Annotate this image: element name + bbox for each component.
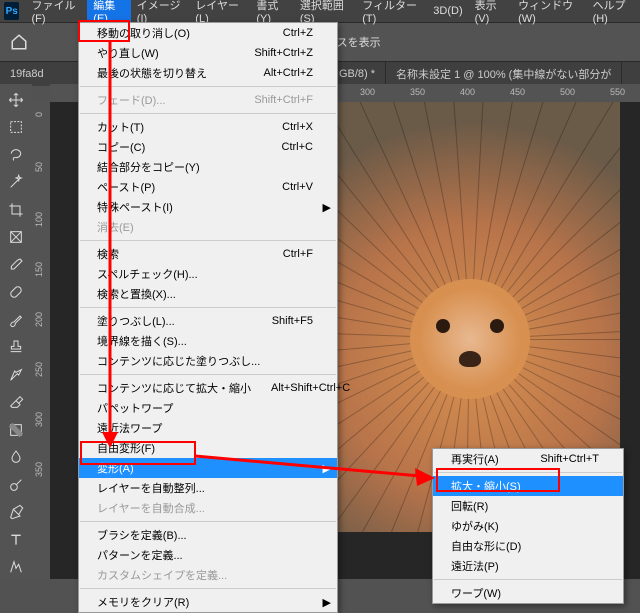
tool-blur[interactable] (4, 446, 28, 470)
toolbar (0, 84, 32, 579)
edit-menu-item-13[interactable]: 検索Ctrl+F (79, 244, 337, 264)
ruler-tick: 400 (460, 87, 475, 97)
edit-menu-item-19[interactable]: コンテンツに応じた塗りつぶし... (79, 351, 337, 371)
menu-3d[interactable]: 3D(D) (427, 2, 468, 20)
ruler-tick: 300 (34, 412, 44, 427)
dog-eye-left (436, 319, 450, 333)
tool-wand[interactable] (4, 171, 28, 195)
ruler-tick: 550 (610, 87, 625, 97)
edit-menu-item-30[interactable]: パターンを定義... (79, 545, 337, 565)
tool-brush[interactable] (4, 308, 28, 332)
edit-menu-item-10[interactable]: 特殊ペースト(I)▶ (79, 197, 337, 217)
tool-lasso[interactable] (4, 143, 28, 167)
transform-submenu-item-4[interactable]: ゆがみ(K) (433, 516, 623, 536)
edit-menu-item-22[interactable]: パペットワープ (79, 398, 337, 418)
app-logo: Ps (4, 2, 19, 20)
ruler-vertical: 0 50 100 150 200 250 300 350 (32, 102, 50, 579)
edit-menu-item-23[interactable]: 遠近法ワープ (79, 418, 337, 438)
ruler-tick: 200 (34, 312, 44, 327)
edit-menu-item-25[interactable]: 変形(A)▶ (79, 458, 337, 478)
tool-history[interactable] (4, 363, 28, 387)
dog-face (410, 279, 530, 399)
edit-menu-item-33[interactable]: メモリをクリア(R)▶ (79, 592, 337, 612)
edit-menu-item-24[interactable]: 自由変形(F) (79, 438, 337, 458)
edit-menu-item-17[interactable]: 塗りつぶし(L)...Shift+F5 (79, 311, 337, 331)
tool-move[interactable] (4, 88, 28, 112)
ruler-tick: 500 (560, 87, 575, 97)
dog-nose (459, 351, 481, 367)
edit-menu-item-15[interactable]: 検索と置換(X)... (79, 284, 337, 304)
edit-menu-item-21[interactable]: コンテンツに応じて拡大・縮小Alt+Shift+Ctrl+C (79, 378, 337, 398)
edit-menu-item-2[interactable]: 最後の状態を切り替えAlt+Ctrl+Z (79, 63, 337, 83)
tool-pen[interactable] (4, 501, 28, 525)
tool-marquee[interactable] (4, 116, 28, 140)
edit-menu-item-6[interactable]: カット(T)Ctrl+X (79, 117, 337, 137)
menu-help[interactable]: ヘルプ(H) (587, 0, 640, 28)
doc-tab-1[interactable]: 19fa8d (0, 62, 81, 86)
transform-submenu: 再実行(A)Shift+Ctrl+T 拡大・縮小(S)回転(R)ゆがみ(K)自由な… (432, 448, 624, 604)
tool-frame[interactable] (4, 226, 28, 250)
edit-menu-item-18[interactable]: 境界線を描く(S)... (79, 331, 337, 351)
transform-submenu-item-0[interactable]: 再実行(A)Shift+Ctrl+T (433, 449, 623, 469)
ruler-tick: 350 (410, 87, 425, 97)
ruler-tick: 250 (34, 362, 44, 377)
edit-menu-item-4: フェード(D)...Shift+Ctrl+F (79, 90, 337, 110)
edit-menu-item-1[interactable]: やり直し(W)Shift+Ctrl+Z (79, 43, 337, 63)
edit-menu: 移動の取り消し(O)Ctrl+Zやり直し(W)Shift+Ctrl+Z最後の状態… (78, 22, 338, 613)
ruler-tick: 100 (34, 212, 44, 227)
ruler-tick: 350 (34, 462, 44, 477)
tool-gradient[interactable] (4, 418, 28, 442)
transform-submenu-item-5[interactable]: 自由な形に(D) (433, 536, 623, 556)
dog-eye-right (490, 319, 504, 333)
home-icon[interactable] (6, 29, 32, 55)
tool-eraser[interactable] (4, 391, 28, 415)
edit-menu-item-0[interactable]: 移動の取り消し(O)Ctrl+Z (79, 23, 337, 43)
tool-crop[interactable] (4, 198, 28, 222)
menu-filter[interactable]: フィルター(T) (356, 0, 427, 28)
tool-path[interactable] (4, 556, 28, 580)
edit-menu-item-29[interactable]: ブラシを定義(B)... (79, 525, 337, 545)
transform-submenu-item-6[interactable]: 遠近法(P) (433, 556, 623, 576)
edit-menu-item-27: レイヤーを自動合成... (79, 498, 337, 518)
tool-healing[interactable] (4, 281, 28, 305)
tool-eyedropper[interactable] (4, 253, 28, 277)
edit-menu-item-14[interactable]: スペルチェック(H)... (79, 264, 337, 284)
edit-menu-item-31: カスタムシェイプを定義... (79, 565, 337, 585)
edit-menu-item-9[interactable]: ペースト(P)Ctrl+V (79, 177, 337, 197)
edit-menu-item-8[interactable]: 結合部分をコピー(Y) (79, 157, 337, 177)
ruler-tick: 300 (360, 87, 375, 97)
transform-submenu-item-3[interactable]: 回転(R) (433, 496, 623, 516)
edit-menu-item-26[interactable]: レイヤーを自動整列... (79, 478, 337, 498)
doc-tab-3[interactable]: 名称未設定 1 @ 100% (集中線がない部分が (386, 62, 622, 86)
ruler-tick: 0 (34, 112, 44, 117)
menu-view[interactable]: 表示(V) (469, 0, 512, 28)
tool-dodge[interactable] (4, 473, 28, 497)
menu-window[interactable]: ウィンドウ(W) (512, 0, 586, 28)
ruler-tick: 450 (510, 87, 525, 97)
ruler-tick: 150 (34, 262, 44, 277)
edit-menu-item-11: 消去(E) (79, 217, 337, 237)
transform-submenu-item-2[interactable]: 拡大・縮小(S) (433, 476, 623, 496)
tool-type[interactable] (4, 528, 28, 552)
ruler-tick: 50 (34, 162, 44, 172)
tool-stamp[interactable] (4, 336, 28, 360)
transform-submenu-item-8[interactable]: ワープ(W) (433, 583, 623, 603)
edit-menu-item-7[interactable]: コピー(C)Ctrl+C (79, 137, 337, 157)
